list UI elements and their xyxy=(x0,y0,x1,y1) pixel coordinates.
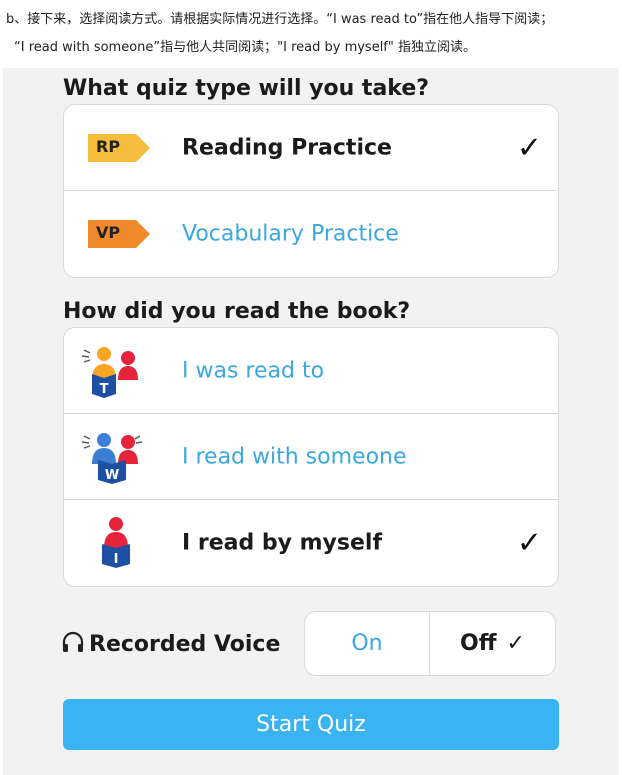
voice-on-button[interactable]: On xyxy=(305,612,430,675)
read-with-icon: W xyxy=(78,428,148,486)
recorded-voice-text: Recorded Voice xyxy=(89,632,281,657)
option-vocabulary-practice[interactable]: VP Vocabulary Practice xyxy=(64,191,558,277)
quiz-type-heading: What quiz type will you take? xyxy=(63,76,430,101)
svg-text:I: I xyxy=(114,552,119,567)
option-label: I read by myself xyxy=(182,530,383,556)
start-quiz-button[interactable]: Start Quiz xyxy=(63,699,559,750)
option-read-to[interactable]: T I was read to xyxy=(64,328,558,414)
quiz-setup-panel: What quiz type will you take? RP Reading… xyxy=(3,68,619,775)
intro-text: b、接下来，选择阅读方式。请根据实际情况进行选择。“I was read to”… xyxy=(6,6,616,62)
check-icon: ✓ xyxy=(506,631,525,656)
option-read-by-myself[interactable]: I I read by myself ✓ xyxy=(64,500,558,586)
voice-off-button[interactable]: Off ✓ xyxy=(430,612,555,675)
intro-line-2: “I read with someone”指与他人共同阅读；"I read by… xyxy=(14,40,476,55)
read-mode-card: T I was read to W I read with someone I … xyxy=(63,327,559,587)
check-icon: ✓ xyxy=(516,130,542,165)
option-label: I was read to xyxy=(182,358,325,383)
option-read-with-someone[interactable]: W I read with someone xyxy=(64,414,558,500)
intro-line-1: b、接下来，选择阅读方式。请根据实际情况进行选择。“I was read to”… xyxy=(6,12,554,27)
read-to-icon: T xyxy=(78,342,148,400)
recorded-voice-label: Recorded Voice xyxy=(61,630,280,660)
headphones-icon xyxy=(61,630,85,660)
svg-text:T: T xyxy=(100,382,109,397)
option-label: Reading Practice xyxy=(182,135,392,160)
read-mode-heading: How did you read the book? xyxy=(63,299,411,324)
option-label: Vocabulary Practice xyxy=(182,221,399,247)
rp-tag-icon: RP xyxy=(88,133,150,162)
recorded-voice-toggle: On Off ✓ xyxy=(304,611,556,676)
option-reading-practice[interactable]: RP Reading Practice ✓ xyxy=(64,105,558,191)
check-icon: ✓ xyxy=(516,525,542,561)
quiz-type-card: RP Reading Practice ✓ VP Vocabulary Prac… xyxy=(63,104,559,278)
vp-tag-icon: VP xyxy=(88,220,150,248)
read-independent-icon: I xyxy=(78,514,148,572)
option-label: I read with someone xyxy=(182,444,407,469)
svg-text:W: W xyxy=(105,468,119,483)
